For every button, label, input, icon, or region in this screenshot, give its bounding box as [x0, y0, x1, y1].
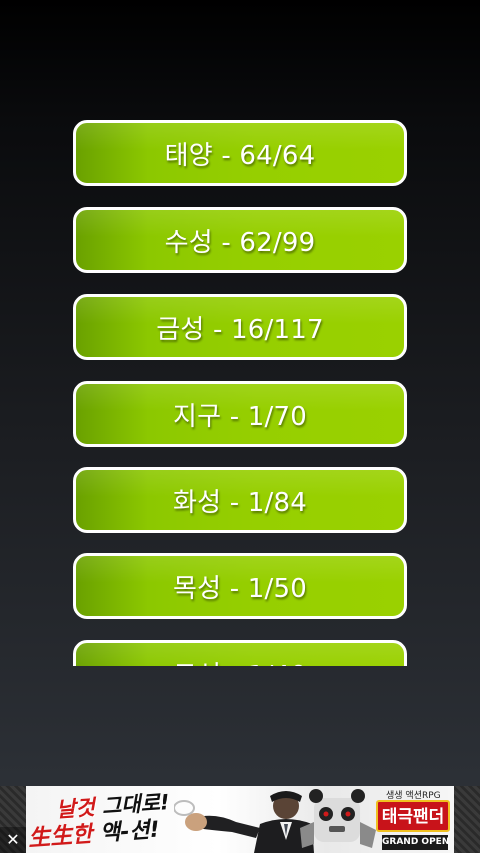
level-label: 지구 - 1/70: [173, 401, 307, 432]
level-label: 금성 - 16/117: [156, 314, 324, 345]
level-button-jupiter[interactable]: 목성 - 1/50: [73, 553, 407, 619]
level-button-sun[interactable]: 태양 - 64/64: [73, 120, 407, 186]
ad-actor-image: [174, 791, 314, 853]
ad-headline-red: 生生한: [27, 822, 94, 852]
ad-banner[interactable]: 날것 그대로! 生生한 액-션! 생생 액션RPG 태극팬더 GRAND OPE…: [26, 786, 454, 853]
ad-panda-robot-image: [300, 789, 376, 848]
level-list: 태양 - 64/64 수성 - 62/99 금성 - 16/117 지구 - 1…: [73, 120, 407, 666]
ad-bar: 날것 그대로! 生生한 액-션! 생생 액션RPG 태극팬더 GRAND OPE…: [0, 786, 480, 853]
ad-game-logo: 태극팬더: [376, 800, 450, 832]
level-label: 토성 - 1/40: [173, 655, 307, 667]
level-button-earth[interactable]: 지구 - 1/70: [73, 381, 407, 447]
ad-grand-open-badge: GRAND OPEN: [382, 835, 449, 850]
level-button-mars[interactable]: 화성 - 1/84: [73, 467, 407, 533]
level-button-mercury[interactable]: 수성 - 62/99: [73, 207, 407, 273]
ad-headline: 生生한 액-션!: [27, 811, 160, 852]
level-button-saturn[interactable]: 토성 - 1/40: [73, 640, 407, 666]
ad-side-strip: [454, 786, 480, 853]
level-label: 화성 - 1/84: [173, 487, 307, 518]
level-label: 태양 - 64/64: [164, 140, 316, 171]
level-label: 목성 - 1/50: [173, 573, 307, 604]
ad-close-icon[interactable]: ✕: [0, 827, 26, 853]
level-button-venus[interactable]: 금성 - 16/117: [73, 294, 407, 360]
level-label: 수성 - 62/99: [164, 227, 316, 258]
ad-headline-black: 액-션!: [99, 817, 161, 847]
